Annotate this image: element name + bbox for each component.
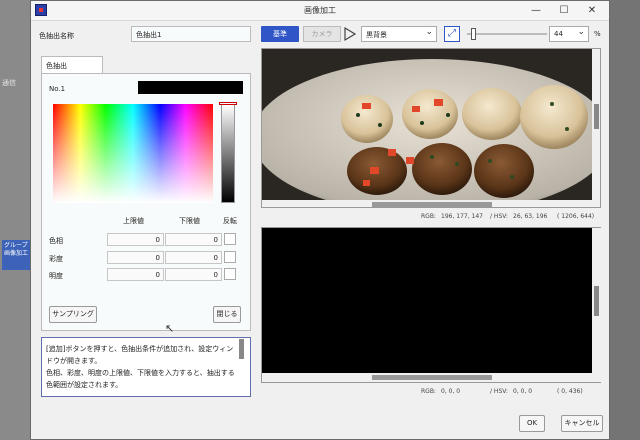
chevron-down-icon: ⌄ xyxy=(577,27,585,37)
hue-lower-input[interactable]: 0 xyxy=(165,233,222,246)
ok-button[interactable]: OK xyxy=(519,415,545,432)
extraction-name-input[interactable]: 色抽出1 xyxy=(131,26,251,42)
maximize-button[interactable]: ☐ xyxy=(551,1,577,20)
brightness-bar[interactable] xyxy=(221,104,235,203)
extraction-name-label: 色抽出名称 xyxy=(39,32,74,40)
help-scrollbar-thumb[interactable] xyxy=(239,339,244,359)
cancel-button[interactable]: キャンセル xyxy=(561,415,603,432)
color-swatch[interactable] xyxy=(138,81,243,94)
expand-icon[interactable]: ⤢ xyxy=(444,26,460,42)
zoom-slider-track[interactable] xyxy=(467,33,547,35)
background-label: 通信 xyxy=(2,79,16,87)
play-icon[interactable] xyxy=(344,26,356,42)
zoom-select[interactable]: 44 ⌄ xyxy=(549,26,589,42)
background-processing-label: 画像加工 xyxy=(4,250,29,257)
pixel-status-top: RGB: 196, 177, 147 / HSV: 26, 63, 196 ( … xyxy=(261,211,609,223)
brightness-lower-input[interactable]: 0 xyxy=(165,268,222,281)
extracted-image-view[interactable] xyxy=(261,227,601,383)
panel-close-button[interactable]: 閉じる xyxy=(213,306,241,323)
image-processing-dialog: 画像加工 — ☐ ✕ 色抽出名称 色抽出1 色抽出 No.1 上限値 下限値 反… xyxy=(30,0,610,440)
lower-limit-header: 下限値 xyxy=(179,217,200,225)
saturation-lower-input[interactable]: 0 xyxy=(165,251,222,264)
rgb-label: RGB: xyxy=(421,388,436,395)
brightness-label: 明度 xyxy=(49,272,63,280)
minimize-button[interactable]: — xyxy=(523,1,549,20)
brightness-upper-input[interactable]: 0 xyxy=(107,268,164,281)
zoom-slider-thumb[interactable] xyxy=(471,28,477,40)
reference-image-view[interactable] xyxy=(261,48,601,208)
background-right-strip xyxy=(608,0,640,440)
help-text-box: [追加]ボタンを押すと、色抽出条件が追加され、設定ウィンドウが開きます。 色相、… xyxy=(41,337,251,397)
hue-label: 色相 xyxy=(49,237,63,245)
help-text-line: 色相、彩度、明度の上限値、下限値を入力すると、抽出する色範囲が設定されます。 xyxy=(46,369,235,389)
rgb-value: 196, 177, 147 xyxy=(441,213,483,220)
hue-invert-checkbox[interactable] xyxy=(224,233,236,245)
upper-limit-header: 上限値 xyxy=(123,217,144,225)
hsv-label: / HSV: xyxy=(490,213,508,220)
chevron-down-icon: ⌄ xyxy=(425,27,433,37)
pixel-status-bottom: RGB: 0, 0, 0 / HSV: 0, 0, 0 ( 0, 436) xyxy=(261,386,609,398)
reference-button[interactable]: 基準 xyxy=(261,26,299,42)
image-vertical-scrollbar-thumb[interactable] xyxy=(594,104,599,129)
hsv-value: 0, 0, 0 xyxy=(513,388,533,395)
extracted-horizontal-scrollbar-thumb[interactable] xyxy=(372,375,492,380)
background-panel-label: グループ 画像加工 xyxy=(2,240,30,270)
background-select-value: 黒背景 xyxy=(366,31,387,39)
background-select[interactable]: 黒背景 ⌄ xyxy=(361,26,437,42)
coordinate-readout: ( 1206, 644) xyxy=(557,213,595,220)
title-bar[interactable]: 画像加工 — ☐ ✕ xyxy=(31,1,609,21)
brightness-invert-checkbox[interactable] xyxy=(224,268,236,280)
brightness-marker[interactable] xyxy=(219,102,237,105)
background-left-strip xyxy=(0,0,30,440)
food-photo xyxy=(262,49,600,207)
tab-color-extraction[interactable]: 色抽出 xyxy=(41,56,103,74)
zoom-unit: % xyxy=(594,30,601,38)
background-group-label: グループ xyxy=(4,242,28,249)
extracted-horizontal-scrollbar[interactable] xyxy=(262,373,592,382)
rgb-label: RGB: xyxy=(421,213,436,220)
saturation-invert-checkbox[interactable] xyxy=(224,251,236,263)
close-button[interactable]: ✕ xyxy=(579,1,605,20)
mouse-cursor-icon: ↖ xyxy=(165,322,175,335)
color-spectrum-picker[interactable] xyxy=(53,104,213,203)
saturation-upper-input[interactable]: 0 xyxy=(107,251,164,264)
hue-upper-input[interactable]: 0 xyxy=(107,233,164,246)
invert-header: 反転 xyxy=(223,217,237,225)
entry-number-label: No.1 xyxy=(49,85,66,93)
image-horizontal-scrollbar[interactable] xyxy=(262,200,592,207)
image-vertical-scrollbar[interactable] xyxy=(592,49,600,207)
hsv-label: / HSV: xyxy=(490,388,508,395)
image-horizontal-scrollbar-thumb[interactable] xyxy=(372,202,492,207)
coordinate-readout: ( 0, 436) xyxy=(557,388,583,395)
saturation-label: 彩度 xyxy=(49,255,63,263)
help-text-line: [追加]ボタンを押すと、色抽出条件が追加され、設定ウィンドウが開きます。 xyxy=(46,345,234,365)
camera-button[interactable]: カメラ xyxy=(303,26,341,42)
extracted-vertical-scrollbar[interactable] xyxy=(592,228,601,382)
sampling-button[interactable]: サンプリング xyxy=(49,306,97,323)
rgb-value: 0, 0, 0 xyxy=(441,388,461,395)
zoom-value: 44 xyxy=(554,30,563,38)
extracted-vertical-scrollbar-thumb[interactable] xyxy=(594,286,599,316)
hsv-value: 26, 63, 196 xyxy=(513,213,548,220)
